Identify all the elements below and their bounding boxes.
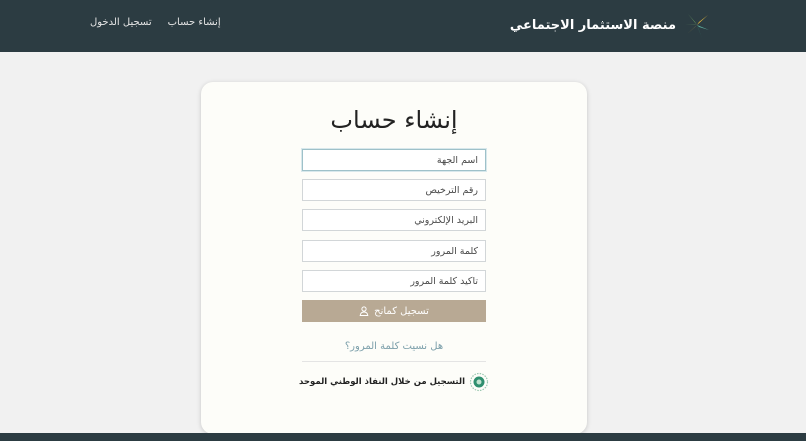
license-number-input[interactable] xyxy=(302,179,486,201)
confirm-password-input[interactable] xyxy=(302,270,486,292)
divider xyxy=(302,361,486,362)
user-icon xyxy=(359,306,369,316)
nav-login-link[interactable]: تسجيل الدخول xyxy=(90,17,152,28)
register-card: إنشاء حساب تسجيل كمانح هل نسيت كلمة المر… xyxy=(201,82,587,434)
brand-name: منصة الاستثمار الاجتماعي xyxy=(509,17,676,33)
top-header: منصة الاستثمار الاجتماعي تسجيل الدخول إن… xyxy=(0,0,806,52)
brand[interactable]: منصة الاستثمار الاجتماعي xyxy=(510,10,712,40)
forgot-password-link[interactable]: هل نسيت كلمة المرور؟ xyxy=(345,341,443,352)
email-input[interactable] xyxy=(302,209,486,231)
footer-bar xyxy=(0,433,806,441)
nafath-icon xyxy=(469,372,489,392)
password-input[interactable] xyxy=(302,240,486,262)
forgot-password-row: هل نسيت كلمة المرور؟ xyxy=(201,334,587,353)
header-nav: تسجيل الدخول إنشاء حساب xyxy=(90,17,221,28)
nafath-login-option[interactable]: التسجيل من خلال النفاذ الوطني الموحد xyxy=(201,372,587,392)
register-as-donor-button[interactable]: تسجيل كمانح xyxy=(302,300,486,322)
nafath-label: التسجيل من خلال النفاذ الوطني الموحد xyxy=(299,377,465,387)
brand-logo-icon xyxy=(685,14,709,38)
register-button-label: تسجيل كمانح xyxy=(374,305,429,317)
nav-create-account-link[interactable]: إنشاء حساب xyxy=(168,17,221,28)
entity-name-input[interactable] xyxy=(302,149,486,171)
page-title: إنشاء حساب xyxy=(330,106,458,134)
